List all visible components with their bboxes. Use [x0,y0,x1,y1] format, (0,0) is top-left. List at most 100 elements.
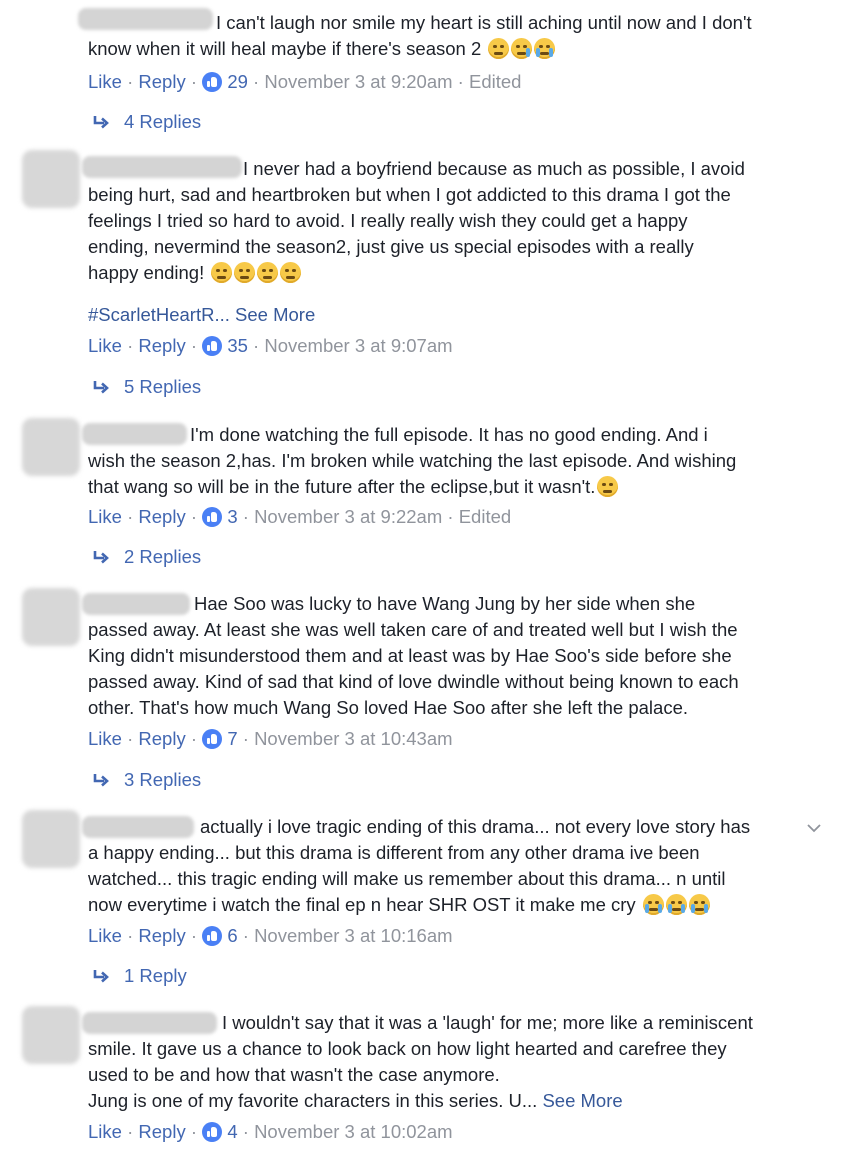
comment-line: that wang so will be in the future after… [88,476,596,497]
like-link[interactable]: Like [88,506,122,527]
view-replies-link[interactable]: 5 Replies [92,374,201,400]
like-link[interactable]: Like [88,925,122,946]
like-count[interactable]: 35 [227,335,248,356]
reply-link[interactable]: Reply [138,71,185,92]
thumbs-up-icon[interactable] [202,729,223,749]
reply-arrow-icon [93,551,109,564]
comment-line: actually i love tragic ending of this dr… [200,816,751,837]
replies-count-label: 5 Replies [124,376,202,397]
reply-link[interactable]: Reply [138,728,185,749]
crying-emoji-icon [642,894,664,915]
grinning-emoji-icon [488,38,510,59]
separator: · [190,71,198,92]
thumbs-up-icon[interactable] [202,926,223,946]
view-replies-link[interactable]: 1 Reply [92,963,187,989]
crying-emoji-icon [665,894,687,915]
comment-line: Jung is one of my favorite characters in… [88,1090,538,1111]
comment-line: used to be and how that wasn't the case … [88,1064,500,1085]
timestamp[interactable]: November 3 at 9:07am [264,335,452,356]
avatar[interactable] [22,1006,80,1064]
avatar[interactable] [22,588,80,646]
separator: · [242,728,249,749]
edited-label[interactable]: Edited [459,506,511,527]
reply-arrow-icon [93,116,109,129]
comment-line: know when it will heal maybe if there's … [88,38,482,59]
replies-count-label: 1 Reply [124,965,187,986]
avatar[interactable] [22,418,80,476]
view-replies-link[interactable]: 4 Replies [92,109,201,135]
view-replies-link[interactable]: 3 Replies [92,767,201,793]
separator: · [127,728,134,749]
comment-actions: Like · Reply · 29 · November 3 at 9:20am… [88,69,521,95]
separator: · [242,925,249,946]
timestamp[interactable]: November 3 at 10:16am [254,925,452,946]
comment-line: Hae Soo was lucky to have Wang Jung by h… [194,593,696,614]
like-count[interactable]: 4 [227,1121,237,1142]
see-more-link[interactable]: See More [542,1090,622,1111]
separator: · [127,925,134,946]
comment-text: Hae Soo was lucky to have Wang Jung by h… [88,591,823,721]
timestamp[interactable]: November 3 at 10:43am [254,728,452,749]
comment-line: I never had a boyfriend because as much … [243,158,745,179]
like-count[interactable]: 7 [227,728,237,749]
timestamp[interactable]: November 3 at 10:02am [254,1121,452,1142]
separator: · [242,1121,249,1142]
avatar[interactable] [22,150,80,208]
comment-text: I wouldn't say that it was a 'laugh' for… [88,1010,823,1114]
tired-emoji-icon [234,262,256,283]
like-link[interactable]: Like [88,335,122,356]
tired-emoji-icon [257,262,279,283]
view-replies-link[interactable]: 2 Replies [92,544,201,570]
comment-line: I wouldn't say that it was a 'laugh' for… [222,1012,753,1033]
comment-line: wish the season 2,has. I'm broken while … [88,450,737,471]
comment-line: happy ending! [88,262,205,283]
comment-line: passed away. Kind of sad that kind of lo… [88,671,739,692]
comment-text: actually i love tragic ending of this dr… [88,814,823,918]
separator: · [190,506,198,527]
like-count[interactable]: 29 [227,71,248,92]
hashtag-link[interactable]: #ScarletHeartR... [88,304,230,325]
thumbs-up-icon[interactable] [202,336,223,356]
frowning-emoji-icon [597,476,619,497]
separator: · [253,71,260,92]
sad-tear-emoji-icon [511,38,533,59]
comment-line: now everytime i watch the final ep n hea… [88,894,636,915]
timestamp[interactable]: November 3 at 9:22am [254,506,442,527]
separator: · [190,925,198,946]
comment-line: ending, nevermind the season2, just give… [88,236,694,257]
like-link[interactable]: Like [88,728,122,749]
avatar[interactable] [22,810,80,868]
comment-actions: Like · Reply · 3 · November 3 at 9:22am … [88,504,511,530]
chevron-down-icon[interactable] [806,820,822,836]
like-count[interactable]: 3 [227,506,237,527]
reply-link[interactable]: Reply [138,506,185,527]
thumbs-up-icon[interactable] [202,507,223,527]
comment-actions: Like · Reply · 35 · November 3 at 9:07am [88,333,453,359]
comment-actions: Like · Reply · 4 · November 3 at 10:02am [88,1119,453,1145]
separator: · [127,506,134,527]
comment-text: I can't laugh nor smile my heart is stil… [88,10,823,62]
like-count[interactable]: 6 [227,925,237,946]
separator: · [127,1121,134,1142]
reply-link[interactable]: Reply [138,1121,185,1142]
separator: · [127,71,134,92]
edited-label[interactable]: Edited [469,71,521,92]
reply-link[interactable]: Reply [138,925,185,946]
comment-line: passed away. At least she was well taken… [88,619,738,640]
separator: · [447,506,454,527]
comment-line: feelings I tried so hard to avoid. I rea… [88,210,688,231]
replies-count-label: 2 Replies [124,546,202,567]
replies-count-label: 3 Replies [124,769,202,790]
comment-line: King didn't misunderstood them and at le… [88,645,732,666]
like-link[interactable]: Like [88,1121,122,1142]
thumbs-up-icon[interactable] [202,1122,223,1142]
thumbs-up-icon[interactable] [202,72,223,92]
comment-hashtag-row: #ScarletHeartR... See More [88,302,315,328]
tired-emoji-icon [211,262,233,283]
timestamp[interactable]: November 3 at 9:20am [264,71,452,92]
see-more-link[interactable]: See More [235,304,315,325]
like-link[interactable]: Like [88,71,122,92]
comment-line: being hurt, sad and heartbroken but when… [88,184,731,205]
reply-link[interactable]: Reply [138,335,185,356]
separator: · [253,335,260,356]
